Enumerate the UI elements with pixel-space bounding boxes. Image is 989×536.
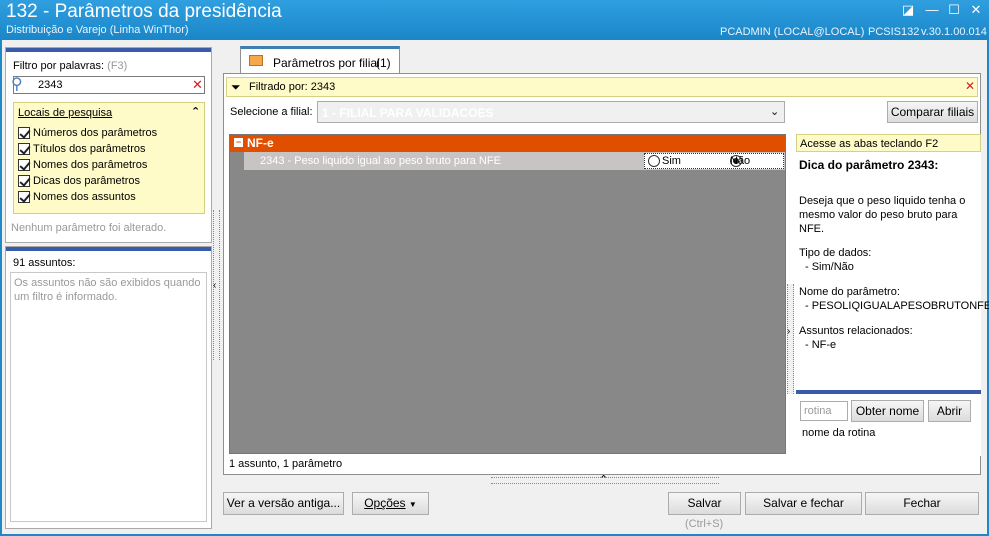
main-window: Filtro por palavras: (F3) ⚲ 2343 ✕ Locai… — [2, 40, 989, 534]
bottom-splitter[interactable]: ⌃ — [491, 474, 719, 486]
assuntos-count: 91 assuntos: — [13, 257, 76, 269]
title-bar: 132 - Parâmetros da presidência Distribu… — [0, 0, 989, 40]
compare-filiais-button[interactable]: Comparar filiais — [887, 101, 978, 123]
checkbox-icon[interactable] — [18, 191, 30, 203]
open-button[interactable]: Abrir — [928, 400, 971, 422]
edit-window-icon[interactable]: ◪ — [898, 2, 918, 18]
tabs-hint: Acesse as abas teclando F2 — [796, 134, 981, 152]
expand-right-icon[interactable]: › — [787, 326, 790, 337]
right-splitter[interactable]: › — [787, 284, 794, 394]
filial-value: 1 - FILIAL PARA VALIDACOES — [322, 106, 494, 120]
program-code: PCSIS132 — [868, 26, 920, 38]
folder-icon — [249, 55, 263, 66]
location-item[interactable]: Dicas dos parâmetros — [18, 173, 157, 189]
radio-sim[interactable] — [648, 155, 660, 167]
window-subtitle: Distribuição e Varejo (Linha WinThor) — [6, 24, 189, 36]
save-button[interactable]: Salvar — [668, 492, 741, 515]
params-grid: − NF-e 2343 - Peso liquido igual ao peso… — [229, 134, 786, 454]
filter-panel: Filtro por palavras: (F3) ⚲ 2343 ✕ Locai… — [5, 47, 212, 243]
close-window-button[interactable]: ✕ — [966, 2, 986, 18]
panel-accent — [6, 247, 211, 251]
search-input[interactable]: ⚲ 2343 ✕ — [11, 76, 205, 94]
search-value: 2343 — [38, 79, 63, 91]
dropdown-arrow-icon: ▼ — [408, 500, 417, 509]
filter-label: Filtro por palavras: (F3) — [13, 60, 128, 72]
rotina-accent — [796, 390, 981, 394]
collapse-icon[interactable]: ⌃ — [191, 105, 200, 118]
get-name-button[interactable]: Obter nome — [851, 400, 924, 422]
info-desc: Deseja que o peso liquido tenha o mesmo … — [799, 195, 966, 235]
locations-list: Números dos parâmetros Títulos dos parâm… — [18, 125, 157, 205]
tab-panel: ⏷ Filtrado por: 2343 ✕ Selecione a filia… — [223, 73, 989, 475]
checkbox-icon[interactable] — [18, 175, 30, 187]
location-item[interactable]: Números dos parâmetros — [18, 125, 157, 141]
rotina-input[interactable]: rotina — [800, 401, 848, 421]
collapse-up-icon[interactable]: ⌃ — [599, 473, 608, 486]
chevron-down-icon[interactable]: ⌄ — [770, 105, 779, 118]
rotina-caption: nome da rotina — [802, 427, 876, 439]
name-value: - PESOLIQIGUALAPESOBRUTONFE — [805, 300, 989, 312]
tab-count: (1) — [376, 56, 391, 70]
minimize-button[interactable]: — — [922, 2, 942, 18]
assuntos-info: Os assuntos não são exibidos quando um f… — [14, 277, 201, 303]
assuntos-label: Assuntos relacionados: — [799, 325, 913, 337]
save-hotkey: (Ctrl+S) — [685, 518, 724, 530]
info-title: Dica do parâmetro 2343: — [799, 158, 939, 172]
summary-text: 1 assunto, 1 parâmetro — [229, 458, 343, 470]
status-text: Nenhum parâmetro foi alterado. — [11, 222, 167, 234]
collapse-left-icon[interactable]: ‹ — [213, 280, 216, 291]
table-row[interactable]: 2343 - Peso liquido igual ao peso bruto … — [244, 152, 785, 170]
maximize-button[interactable]: ☐ — [944, 2, 964, 18]
radio-sim-label: Sim — [662, 155, 681, 167]
group-row-nfe[interactable]: − NF-e — [230, 135, 785, 152]
assuntos-value: - NF-e — [805, 339, 837, 351]
param-text: 2343 - Peso liquido igual ao peso bruto … — [260, 155, 501, 167]
name-label: Nome do parâmetro: — [799, 286, 900, 298]
type-label: Tipo de dados: — [799, 247, 872, 259]
filial-select[interactable]: 1 - FILIAL PARA VALIDACOES ⌄ — [317, 101, 785, 123]
type-value: - Sim/Não — [805, 261, 854, 273]
filter-bar: ⏷ Filtrado por: 2343 ✕ — [226, 77, 978, 97]
window-title: 132 - Parâmetros da presidência — [6, 1, 282, 22]
search-locations-box: Locais de pesquisa ⌃ Números dos parâmet… — [13, 102, 205, 214]
old-version-button[interactable]: Ver a versão antiga... — [223, 492, 344, 515]
funnel-icon: ⏷ — [231, 80, 241, 94]
checkbox-icon[interactable] — [18, 159, 30, 171]
param-value-editor[interactable]: Sim Não — [644, 153, 784, 169]
group-label: NF-e — [247, 136, 274, 150]
checkbox-icon[interactable] — [18, 127, 30, 139]
rotina-placeholder: rotina — [804, 405, 832, 417]
radio-nao-label: Não — [730, 155, 751, 167]
search-icon: ⚲ — [11, 76, 23, 93]
version-info: v.30.1.00.014 — [921, 26, 987, 38]
location-item[interactable]: Nomes dos parâmetros — [18, 157, 157, 173]
panel-accent — [6, 48, 211, 52]
location-item[interactable]: Títulos dos parâmetros — [18, 141, 157, 157]
tab-parametros-filial[interactable]: Parâmetros por filial (1) — [240, 46, 400, 74]
user-info: PCADMIN (LOCAL@LOCAL) — [720, 26, 865, 38]
filter-text: Filtrado por: 2343 — [249, 81, 336, 93]
filial-label: Selecione a filial: — [230, 106, 313, 118]
tab-label: Parâmetros por filial — [273, 56, 380, 70]
clear-filter-icon[interactable]: ✕ — [965, 79, 975, 93]
locations-title: Locais de pesquisa — [18, 107, 113, 119]
location-item[interactable]: Nomes dos assuntos — [18, 189, 157, 205]
close-button[interactable]: Fechar — [865, 492, 979, 515]
left-splitter[interactable]: ‹ — [213, 210, 220, 360]
info-panel: Acesse as abas teclando F2 Dica do parâm… — [796, 134, 989, 456]
save-close-button[interactable]: Salvar e fechar — [745, 492, 862, 515]
options-button[interactable]: Opções ▼ — [352, 492, 429, 515]
assuntos-panel: 91 assuntos: Os assuntos não são exibido… — [5, 246, 212, 529]
clear-icon[interactable]: ✕ — [192, 77, 203, 93]
collapse-group-icon[interactable]: − — [234, 138, 243, 147]
assuntos-list[interactable]: Os assuntos não são exibidos quando um f… — [10, 272, 207, 522]
checkbox-icon[interactable] — [18, 143, 30, 155]
